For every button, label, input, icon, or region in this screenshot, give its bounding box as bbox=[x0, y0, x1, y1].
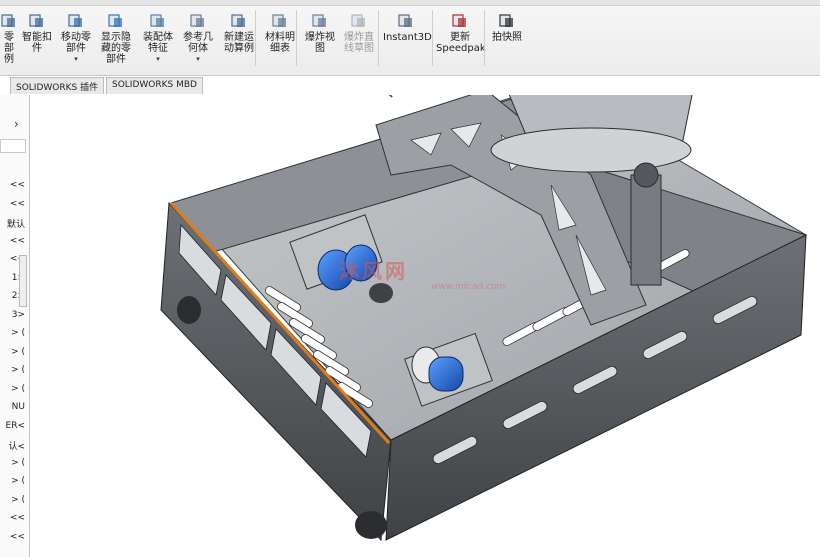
show-hidden-components-label: 显示隐 藏的零 部件 bbox=[101, 32, 131, 65]
command-manager-tabs: SOLIDWORKS 插件 SOLIDWORKS MBD bbox=[0, 77, 820, 95]
new-motion-study-label: 新建运 动算例 bbox=[224, 32, 254, 54]
feature-manager-panel: › <<<<默认<<<<1>2>3>> (> (> (> (NUER<认<> (… bbox=[0, 95, 30, 557]
tree-item[interactable]: 认< bbox=[8, 439, 25, 452]
camera-icon bbox=[499, 14, 513, 27]
chevron-right-icon[interactable]: › bbox=[14, 117, 19, 131]
dropdown-caret-icon[interactable]: ▾ bbox=[180, 55, 216, 63]
motion-study-icon bbox=[231, 14, 245, 27]
exploded-view-icon bbox=[312, 14, 326, 27]
instant3d-label: Instant3D bbox=[383, 32, 432, 43]
filter-input[interactable] bbox=[0, 139, 26, 153]
tab-solidworks-addins[interactable]: SOLIDWORKS 插件 bbox=[10, 77, 105, 94]
reference-geometry-button[interactable]: 参考几 何体 ▾ bbox=[180, 12, 216, 70]
ribbon-separator bbox=[255, 10, 256, 66]
linear-pattern-button[interactable]: 零部 例 bbox=[0, 12, 18, 70]
tree-item[interactable]: << bbox=[10, 199, 25, 209]
assembly-features-button[interactable]: 装配体 特征 ▾ bbox=[140, 12, 176, 70]
tree-item[interactable]: << bbox=[10, 180, 25, 190]
show-hidden-icon bbox=[108, 14, 122, 27]
bill-of-materials-button[interactable]: 材料明 细表 bbox=[262, 12, 298, 70]
tree-item[interactable]: ER< bbox=[6, 421, 25, 431]
instant3d-icon bbox=[398, 14, 412, 27]
reference-geometry-label: 参考几 何体 bbox=[183, 32, 213, 54]
ribbon-separator bbox=[484, 10, 485, 66]
move-component-icon bbox=[68, 14, 82, 27]
tree-item[interactable]: > ( bbox=[11, 384, 25, 394]
assembly-feature-icon bbox=[150, 14, 164, 27]
model-render bbox=[160, 95, 808, 542]
dropdown-caret-icon[interactable]: ▾ bbox=[58, 55, 94, 63]
panel-scrollbar[interactable] bbox=[19, 255, 27, 307]
explode-line-sketch-button[interactable]: 爆炸直 线草图 bbox=[341, 12, 377, 70]
smart-fasteners-label: 智能扣 件 bbox=[22, 32, 52, 54]
tree-item[interactable]: > ( bbox=[11, 476, 25, 486]
bill-of-materials-label: 材料明 细表 bbox=[265, 32, 295, 54]
tree-item[interactable]: > ( bbox=[11, 347, 25, 357]
tree-item[interactable]: > ( bbox=[11, 495, 25, 505]
take-snapshot-button[interactable]: 拍快照 bbox=[488, 12, 526, 70]
tree-item[interactable]: 3> bbox=[12, 310, 25, 320]
move-component-label: 移动零 部件 bbox=[61, 32, 91, 54]
tree-item[interactable]: > ( bbox=[11, 458, 25, 468]
ribbon-separator bbox=[296, 10, 297, 66]
exploded-view-button[interactable]: 爆炸视 图 bbox=[302, 12, 338, 70]
assembly-features-label: 装配体 特征 bbox=[143, 32, 173, 54]
take-snapshot-label: 拍快照 bbox=[492, 32, 522, 43]
linear-pattern-label: 零部 例 bbox=[4, 32, 14, 65]
smart-fasteners-button[interactable]: 智能扣 件 bbox=[20, 12, 54, 70]
ribbon-separator bbox=[432, 10, 433, 66]
explode-line-icon bbox=[351, 14, 365, 27]
graphics-viewport[interactable]: 沐风网 www.mfcad.com bbox=[31, 95, 820, 557]
dropdown-caret-icon[interactable]: ▾ bbox=[140, 55, 176, 63]
ribbon-top-strip bbox=[0, 0, 820, 6]
tree-item[interactable]: > ( bbox=[11, 365, 25, 375]
exploded-view-label: 爆炸视 图 bbox=[305, 32, 335, 54]
tab-solidworks-mbd[interactable]: SOLIDWORKS MBD bbox=[106, 77, 203, 94]
tree-item[interactable]: << bbox=[10, 532, 25, 542]
tree-item[interactable]: << bbox=[10, 513, 25, 523]
command-manager-ribbon: 零部 例智能扣 件移动零 部件 ▾ 显示隐 藏的零 部件 装配体 特征 ▾ 参考几 何体 ▾… bbox=[0, 0, 820, 76]
pattern-icon bbox=[1, 14, 15, 27]
speedpak-icon bbox=[452, 14, 466, 27]
update-speedpak-button[interactable]: 更新 Speedpak bbox=[436, 12, 486, 70]
ribbon-separator bbox=[378, 10, 379, 66]
explode-line-sketch-label: 爆炸直 线草图 bbox=[344, 32, 374, 54]
reference-geometry-icon bbox=[190, 14, 204, 27]
instant3d-button[interactable]: Instant3D bbox=[383, 12, 432, 70]
bom-icon bbox=[272, 14, 286, 27]
watermark-text: 沐风网 bbox=[339, 259, 408, 283]
new-motion-study-button[interactable]: 新建运 动算例 bbox=[221, 12, 257, 70]
fastener-icon bbox=[29, 14, 43, 27]
tree-item[interactable]: << bbox=[10, 236, 25, 246]
tree-item[interactable]: NU bbox=[12, 402, 25, 412]
tree-item[interactable]: > ( bbox=[11, 328, 25, 338]
show-hidden-components-button[interactable]: 显示隐 藏的零 部件 bbox=[98, 12, 134, 70]
watermark-url: www.mfcad.com bbox=[431, 282, 506, 292]
update-speedpak-label: 更新 Speedpak bbox=[436, 32, 486, 54]
move-component-button[interactable]: 移动零 部件 ▾ bbox=[58, 12, 94, 70]
view-settings-icon[interactable] bbox=[376, 95, 394, 99]
tree-item[interactable]: 默认 bbox=[7, 217, 25, 230]
